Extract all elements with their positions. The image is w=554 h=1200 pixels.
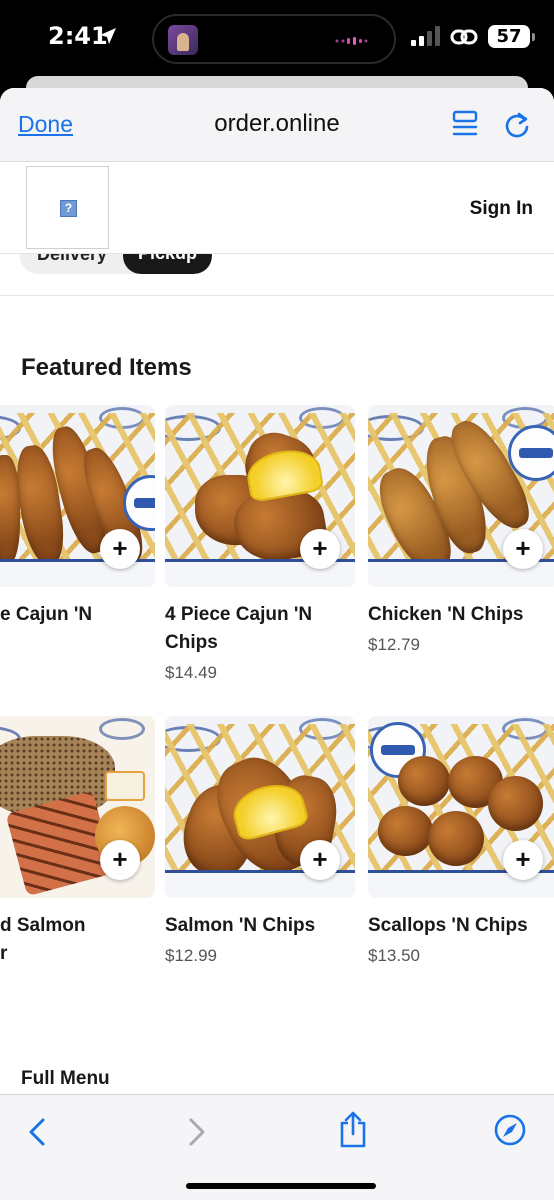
audio-wave-icon — [335, 37, 368, 45]
signal-icon — [411, 26, 440, 46]
menu-item-name: Chicken 'N Chips — [368, 604, 524, 625]
menu-item-card[interactable]: + Chicken 'N Chips $12.79 — [368, 405, 554, 654]
compass-icon[interactable] — [493, 1113, 527, 1147]
add-item-button[interactable]: + — [100, 529, 140, 569]
menu-item-name: 4 Piece Cajun 'N Chips — [165, 604, 313, 653]
menu-item-price: $13.50 — [368, 946, 420, 965]
broken-image-icon: ? — [60, 200, 77, 217]
add-item-button[interactable]: + — [300, 529, 340, 569]
menu-item-price: $14.49 — [165, 663, 217, 682]
featured-items-heading: Featured Items — [21, 354, 192, 381]
divider — [0, 295, 554, 296]
store-logo[interactable]: ? — [26, 166, 109, 249]
menu-item-card[interactable]: + 4 Piece Cajun 'N Chips $14.49 — [165, 405, 355, 682]
dynamic-island[interactable] — [152, 14, 396, 64]
menu-item-price: $12.99 — [165, 946, 217, 965]
menu-item-card[interactable]: + e Cajun 'N — [0, 405, 155, 625]
now-playing-thumbnail — [168, 25, 198, 55]
reload-icon[interactable] — [503, 110, 531, 140]
menu-item-image: + — [368, 716, 554, 898]
menu-item-image: + — [165, 716, 355, 898]
menu-item-image: + — [0, 716, 155, 898]
browser-sheet: Done order.online Delivery Pickup ? Sign… — [0, 88, 554, 1200]
forward-icon[interactable] — [186, 1117, 208, 1147]
menu-item-card[interactable]: + Salmon 'N Chips $12.99 — [165, 716, 355, 965]
full-menu-heading: Full Menu — [21, 1068, 110, 1089]
sign-in-button[interactable]: Sign In — [470, 198, 533, 220]
add-item-button[interactable]: + — [503, 529, 543, 569]
share-icon[interactable] — [337, 1111, 369, 1149]
add-item-button[interactable]: + — [300, 840, 340, 880]
browser-top-bar: Done order.online — [0, 88, 554, 162]
site-header: ? Sign In — [0, 162, 554, 254]
menu-item-card[interactable]: + Scallops 'N Chips $13.50 — [368, 716, 554, 965]
menu-item-name: Salmon 'N Chips — [165, 915, 316, 936]
reader-icon[interactable] — [452, 110, 478, 138]
menu-item-price: $12.79 — [368, 635, 420, 654]
menu-item-image: + — [165, 405, 355, 587]
battery-indicator: 57 — [488, 25, 535, 48]
menu-item-image: + — [368, 405, 554, 587]
home-indicator[interactable] — [186, 1183, 376, 1189]
back-icon[interactable] — [26, 1117, 48, 1147]
add-item-button[interactable]: + — [100, 840, 140, 880]
menu-item-card[interactable]: + d Salmon r — [0, 716, 155, 964]
location-arrow-icon — [100, 28, 116, 44]
link-icon — [450, 29, 478, 45]
menu-item-name: Scallops 'N Chips — [368, 915, 528, 936]
add-item-button[interactable]: + — [503, 840, 543, 880]
menu-item-image: + — [0, 405, 155, 587]
status-bar: 2:41 57 — [0, 0, 554, 80]
